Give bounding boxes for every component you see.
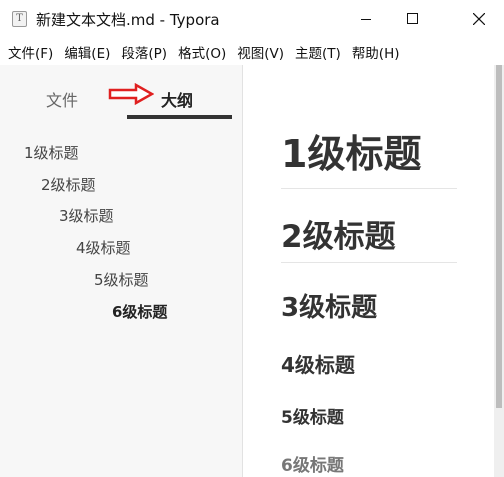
outline-item-h6[interactable]: 6级标题 [112,301,167,322]
menu-theme[interactable]: 主题(T) [295,42,341,62]
heading-1[interactable]: 1级标题 [281,123,421,178]
scrollbar-thumb[interactable] [496,65,502,408]
heading-3[interactable]: 3级标题 [281,287,377,324]
menu-format[interactable]: 格式(O) [178,42,226,62]
outline-item-h4[interactable]: 4级标题 [76,237,131,258]
editor[interactable]: 1级标题 2级标题 3级标题 4级标题 5级标题 6级标题 [244,65,494,477]
menu-paragraph[interactable]: 段落(P) [121,42,167,62]
app-icon: T [12,11,27,27]
heading-4[interactable]: 4级标题 [281,349,355,378]
menu-view[interactable]: 视图(V) [237,42,284,62]
menu-file[interactable]: 文件(F) [8,42,53,62]
title-bar: T 新建文本文档.md - Typora [0,0,504,38]
menu-help[interactable]: 帮助(H) [352,42,400,62]
outline-item-h3[interactable]: 3级标题 [59,205,114,226]
heading-5[interactable]: 5级标题 [281,403,344,428]
close-button[interactable] [452,0,504,38]
vertical-scrollbar[interactable] [494,65,504,477]
minimize-button[interactable] [343,0,389,38]
tab-outline[interactable]: 大纲 [161,87,193,111]
red-arrow-icon [108,83,154,105]
heading-2-divider [281,262,457,263]
outline-item-h2[interactable]: 2级标题 [41,174,96,195]
heading-1-divider [281,188,457,189]
outline-item-h1[interactable]: 1级标题 [24,142,79,163]
close-icon [473,13,485,25]
tab-files[interactable]: 文件 [46,87,78,111]
window-title: 新建文本文档.md - Typora [36,11,220,29]
maximize-icon [407,13,418,24]
minimize-icon [361,19,371,20]
maximize-button[interactable] [389,0,435,38]
menu-bar: 文件(F) 编辑(E) 段落(P) 格式(O) 视图(V) 主题(T) 帮助(H… [0,38,504,65]
heading-2[interactable]: 2级标题 [281,211,396,256]
heading-6[interactable]: 6级标题 [281,451,344,476]
sidebar: 文件 大纲 1级标题 2级标题 3级标题 4级标题 5级标题 6级标题 [0,65,243,477]
outline-item-h5[interactable]: 5级标题 [94,269,149,290]
active-tab-indicator [127,115,232,119]
menu-edit[interactable]: 编辑(E) [64,42,110,62]
